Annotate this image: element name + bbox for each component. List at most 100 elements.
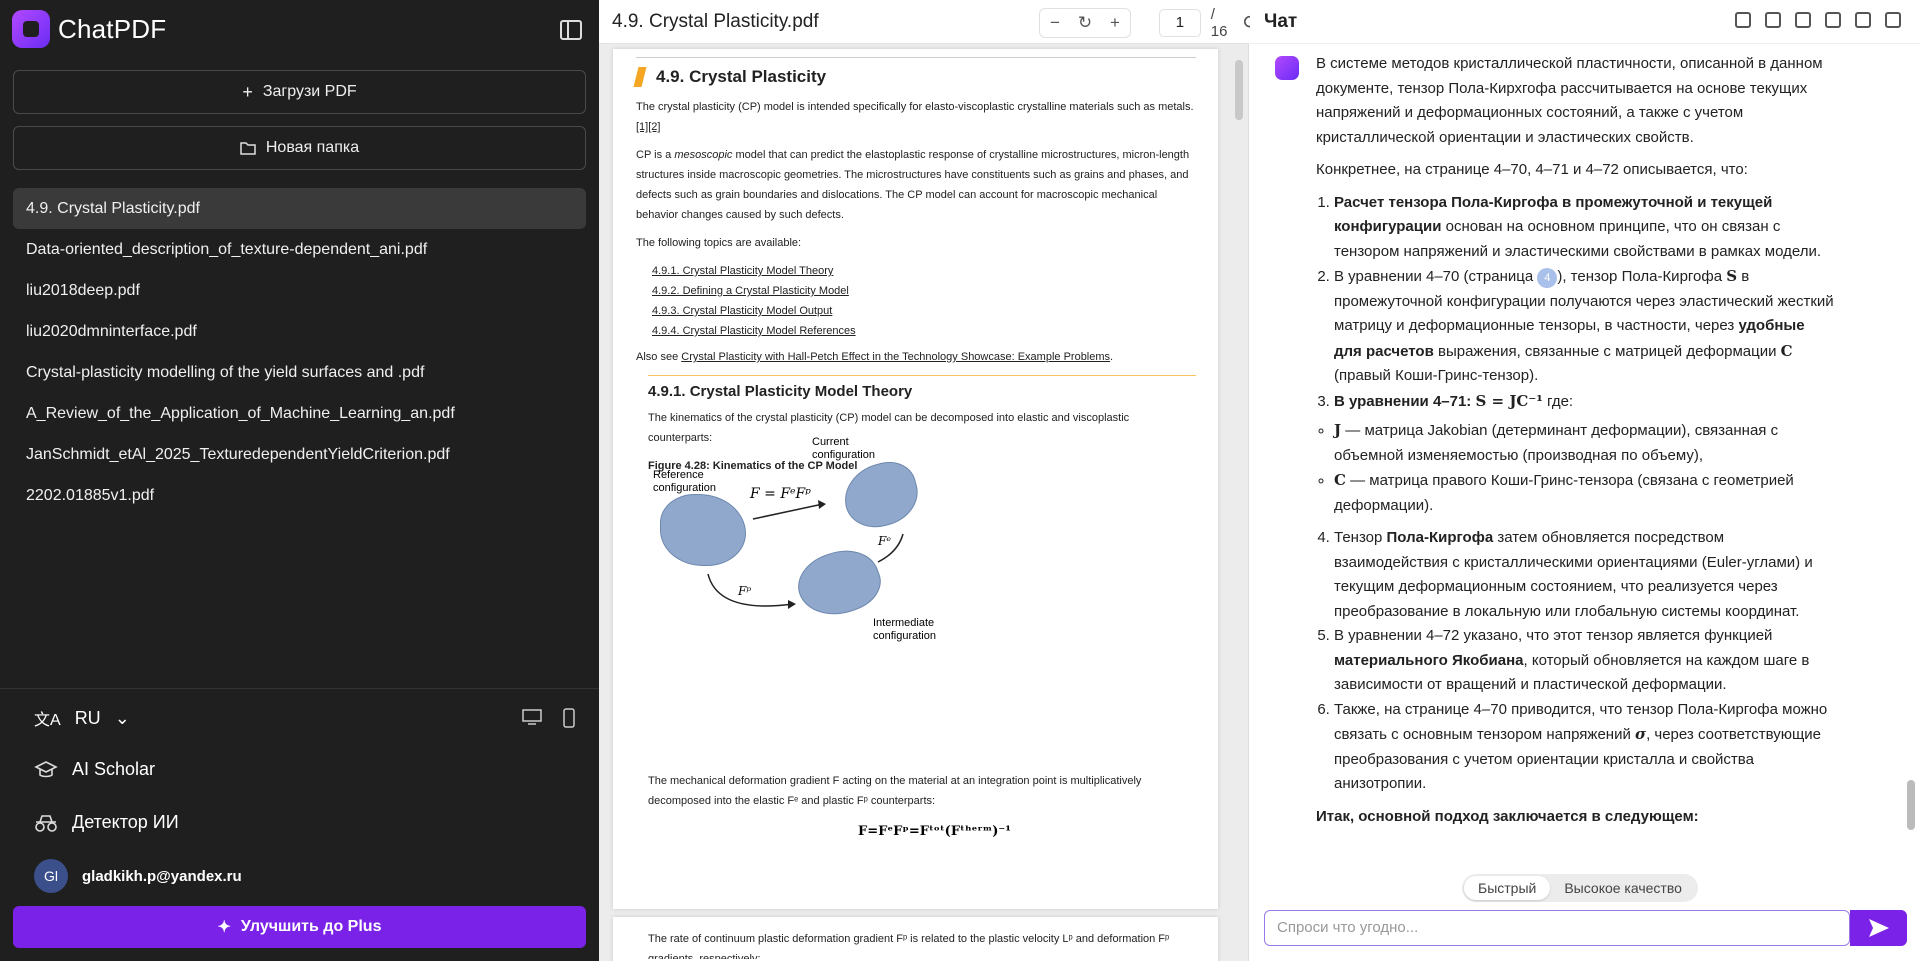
file-item[interactable]: Data-oriented_description_of_texture-dep… [13,229,586,270]
intro-text: The crystal plasticity (CP) model is int… [636,101,1194,113]
list-item: Расчет тензора Пола-Киргофа в промежуточ… [1334,191,1836,265]
page-number-input[interactable]: 1 [1159,9,1201,37]
kinematics-figure: Reference configuration Current configur… [648,434,948,644]
see-also-text: Also see [636,351,682,363]
pdf-tools: − ↻ + 1 / 16 [1039,6,1260,40]
collapse-sidebar-icon[interactable] [560,20,582,40]
deformation-equation: F=FᵉFᵖ=Fᵗᵒᵗ(Fᵗʰᵉʳᵐ)⁻¹ [858,824,1011,839]
item3-equation: S = JC⁻¹ [1475,391,1543,410]
message-intro: В системе методов кристаллической пласти… [1316,55,1823,146]
item5-text-a: В уравнении 4–72 указано, что этот тензо… [1334,627,1773,644]
topic-link[interactable]: 4.9.4. Crystal Plasticity Model Referenc… [652,321,1196,341]
zoom-out-icon[interactable]: − [1040,9,1070,37]
mode-quality-option[interactable]: Высокое качество [1550,876,1696,900]
item4-bold: Пола-Киргофа [1386,529,1494,546]
chevron-down-icon: ⌄ [114,707,130,728]
language-value: RU [74,707,101,728]
item2-text-b: ), тензор Пола-Киргофа [1557,268,1727,285]
language-selector[interactable]: 文A RU ⌄ [34,706,130,730]
item3-text: где: [1542,392,1574,410]
file-item[interactable]: liu2020dmninterface.pdf [13,311,586,352]
new-folder-button[interactable]: Новая папка [13,126,586,170]
cp-text-a: CP is a [636,149,675,161]
file-item[interactable]: 4.9. Crystal Plasticity.pdf [13,188,586,229]
sidebar: ChatPDF + Загрузи PDF Новая папка 4.9. C… [0,0,599,961]
sub1-text: — матрица Jakobian (детерминант деформац… [1334,422,1779,464]
reference-link[interactable]: [1][2] [636,121,660,133]
assistant-message: В системе методов кристаллической пласти… [1316,52,1836,862]
document-icon[interactable] [1765,12,1781,28]
list-item: C — матрица правого Коши-Гринс-тензора (… [1334,468,1836,518]
clear-chat-icon[interactable] [1735,12,1751,28]
pdf-scrollbar[interactable] [1235,60,1243,120]
user-account[interactable]: Gl gladkikh.p@yandex.ru [34,859,242,893]
list-item: В уравнении 4–71: S = JC⁻¹ где: [1334,389,1836,415]
upload-pdf-label: Загрузи PDF [262,83,357,100]
chat-scrollbar[interactable] [1907,780,1915,830]
see-also-link[interactable]: Crystal Plasticity with Hall-Petch Effec… [681,351,1110,363]
ai-detector-link[interactable]: Детектор ИИ [34,812,179,833]
file-list: 4.9. Crystal Plasticity.pdf Data-oriente… [13,188,586,516]
chat-panel: Чат В системе методов кристаллической пл… [1250,0,1920,961]
see-also-end: . [1110,351,1114,363]
user-email: gladkikh.p@yandex.ru [82,867,242,885]
device-toggle [522,708,576,728]
send-icon [1868,919,1889,937]
page-total: / 16 [1210,6,1228,40]
topic-link[interactable]: 4.9.1. Crystal Plasticity Model Theory [652,261,1196,281]
list-item: Тензор Пола-Киргофа затем обновляется по… [1334,526,1836,624]
reset-zoom-icon[interactable]: ↻ [1070,9,1100,37]
export-icon[interactable] [1825,12,1841,28]
chat-actions [1735,12,1901,28]
chat-header: Чат [1250,0,1920,44]
topic-link[interactable]: 4.9.2. Defining a Crystal Plasticity Mod… [652,281,1196,301]
item2-text-d: выражения, связанные с матрицей деформац… [1433,342,1781,360]
reset-icon[interactable] [1855,12,1871,28]
file-item[interactable]: liu2018deep.pdf [13,270,586,311]
ai-scholar-link[interactable]: AI Scholar [34,759,155,780]
chat-title: Чат [1264,11,1298,32]
response-mode-toggle: Быстрый Высокое качество [1462,874,1698,902]
trash-icon[interactable] [1885,12,1901,28]
file-item[interactable]: 2202.01885v1.pdf [13,475,586,516]
item2-text-e: (правый Коши-Гринс-тензор). [1334,367,1539,384]
app-root: ChatPDF + Загрузи PDF Новая папка 4.9. C… [0,0,1920,961]
share-icon[interactable] [1795,12,1811,28]
item4-text-a: Тензор [1334,529,1387,546]
topic-link[interactable]: 4.9.3. Crystal Plasticity Model Output [652,301,1196,321]
brand-logo[interactable]: ChatPDF [12,10,166,48]
upload-pdf-button[interactable]: + Загрузи PDF [13,70,586,114]
desktop-icon[interactable] [522,708,542,726]
zoom-controls: − ↻ + [1039,8,1131,38]
zoom-in-icon[interactable]: + [1100,9,1130,37]
graduation-cap-icon [34,760,58,777]
deformation-paragraph: The mechanical deformation gradient F ac… [648,775,1142,807]
avatar: Gl [34,859,68,893]
item3-bold: В уравнении 4–71: [1334,392,1472,410]
pdf-page: 4.9. Crystal Plasticity The crystal plas… [613,49,1218,909]
plastic-rate-paragraph: The rate of continuum plastic deformatio… [648,933,1170,959]
mobile-icon[interactable] [562,708,576,728]
intro-paragraph: The crystal plasticity (CP) model is int… [636,97,1196,137]
page-body: 4.9. Crystal Plasticity The crystal plas… [633,67,1196,484]
pdf-title: 4.9. Crystal Plasticity.pdf [612,11,819,32]
file-item[interactable]: A_Review_of_the_Application_of_Machine_L… [13,393,586,434]
chat-input[interactable]: Спроси что угодно... [1264,910,1850,946]
translate-icon: 文A [34,712,61,729]
list-item: В уравнении 4–72 указано, что этот тензо… [1334,624,1836,698]
list-item: В уравнении 4–70 (страница 4), тензор По… [1334,264,1836,389]
sub2-text: — матрица правого Коши-Гринс-тензора (св… [1334,472,1794,514]
mode-fast-option[interactable]: Быстрый [1464,876,1551,900]
page-citation-badge[interactable]: 4 [1537,268,1558,288]
item5-bold: материального Якобиана [1334,651,1524,669]
upgrade-label: Улучшить до Plus [240,918,382,935]
file-item[interactable]: Crystal-plasticity modelling of the yiel… [13,352,586,393]
subsection-heading: 4.9.1. Crystal Plasticity Model Theory [648,375,1196,402]
send-button[interactable] [1850,910,1907,946]
file-item[interactable]: JanSchmidt_etAl_2025_TexturedependentYie… [13,434,586,475]
upgrade-button[interactable]: ✦ Улучшить до Plus [13,906,586,948]
plus-icon: + [242,81,253,102]
see-also: Also see Crystal Plasticity with Hall-Pe… [636,347,1196,367]
new-folder-label: Новая папка [265,139,360,156]
cp-text-em: mesoscopic [674,149,733,161]
